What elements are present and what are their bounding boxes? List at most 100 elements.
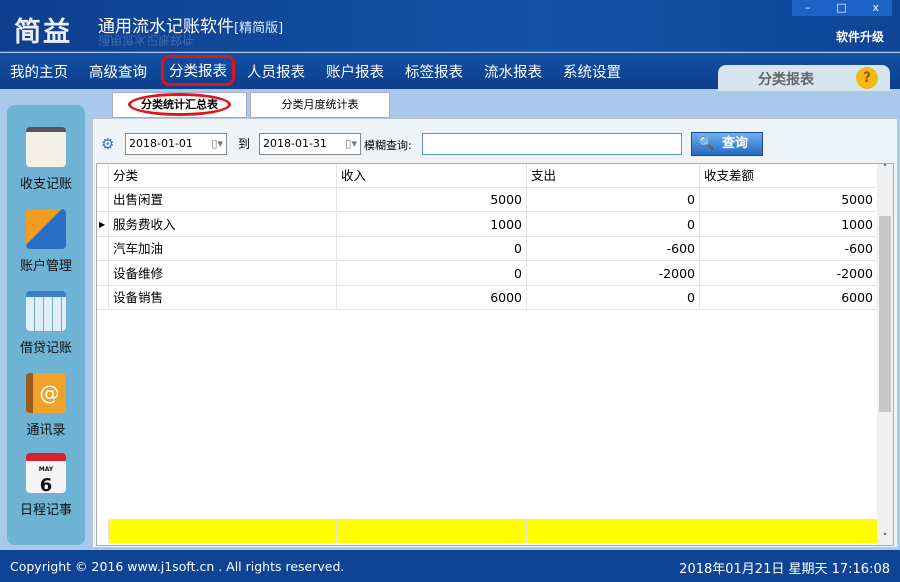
sidebar-item-bookkeeping[interactable]: 收支记账 — [7, 127, 85, 192]
cell — [337, 519, 527, 543]
calendar-dropdown-icon[interactable]: ▯▾ — [345, 134, 357, 154]
table-row[interactable]: 汽车加油 0 -600 -600 — [97, 237, 878, 261]
tab-category-monthly[interactable]: 分类月度统计表 — [250, 92, 390, 118]
datetime: 2018年01月21日 星期天 17:16:08 — [679, 562, 890, 577]
row-indicator — [97, 188, 109, 212]
cell[interactable]: 0 — [337, 261, 527, 286]
title-bar: 简益 通用流水记账软件[精简版] 通用流水记账软件 – □ x 软件升级 — [0, 0, 900, 52]
cell[interactable]: -600 — [527, 237, 700, 261]
nav-advanced-query[interactable]: 高级查询 — [89, 61, 147, 82]
spreadsheet-coins-icon — [26, 291, 66, 331]
nav-settings[interactable]: 系统设置 — [563, 61, 621, 82]
total-row — [97, 519, 878, 543]
scrollbar-thumb[interactable] — [879, 216, 891, 412]
app-logo: 简益 — [14, 17, 72, 48]
close-button[interactable]: x — [873, 0, 880, 16]
row-indicator — [97, 237, 109, 261]
copyright: Copyright © 2016 www.j1soft.cn . All rig… — [10, 559, 345, 574]
nav-account-report[interactable]: 账户报表 — [326, 61, 384, 82]
sidebar-item-contacts[interactable]: @ 通讯录 — [7, 373, 85, 438]
data-grid: 分类 收入 支出 收支差额 出售闲置 5000 0 5000 ▶ 服务费收入 1000 0 10… — [96, 163, 894, 546]
vertical-scrollbar[interactable]: ˄ ˅ — [877, 164, 893, 545]
cell[interactable]: -600 — [700, 237, 878, 261]
report-panel: ⚙ 2018-01-01 ▯▾ 到 2018-01-31 ▯▾ 模糊查询: 🔍 查询 … — [92, 118, 898, 548]
cell[interactable]: 服务费收入 — [109, 212, 337, 237]
row-indicator: ▶ — [97, 212, 109, 237]
sidebar-item-accounts[interactable]: 账户管理 — [7, 209, 85, 274]
cell[interactable]: 1000 — [700, 212, 878, 237]
column-header-category[interactable]: 分类 — [109, 164, 337, 188]
minimize-button[interactable]: – — [805, 0, 811, 16]
start-date-value: 2018-01-01 — [129, 137, 193, 150]
tab-label: 分类月度统计表 — [281, 98, 359, 111]
notepad-pencil-icon — [26, 127, 66, 167]
cell[interactable]: -2000 — [527, 261, 700, 286]
table-header: 分类 收入 支出 收支差额 — [97, 164, 878, 188]
table-row[interactable]: 设备维修 0 -2000 -2000 — [97, 261, 878, 286]
page-tab: 分类报表 ? — [718, 65, 890, 91]
cell[interactable]: 设备销售 — [109, 286, 337, 310]
table-row[interactable]: 出售闲置 5000 0 5000 — [97, 188, 878, 212]
nav-flow-report[interactable]: 流水报表 — [484, 61, 542, 82]
nav-category-report[interactable]: 分类报表 — [161, 55, 235, 86]
sidebar-item-label: 账户管理 — [19, 259, 72, 274]
scroll-down-icon[interactable]: ˅ — [877, 533, 893, 543]
cell — [97, 519, 109, 543]
sidebar: 收支记账 账户管理 借贷记账 @ 通讯录 MAY 6 日程记事 — [7, 105, 85, 545]
cell — [109, 519, 337, 543]
tab-label: 分类统计汇总表 — [128, 93, 231, 116]
page-tab-label: 分类报表 — [758, 72, 814, 88]
search-icon: 🔍 — [698, 136, 715, 151]
row-indicator — [97, 286, 109, 310]
end-date-picker[interactable]: 2018-01-31 ▯▾ — [259, 133, 361, 155]
start-date-picker[interactable]: 2018-01-01 ▯▾ — [125, 133, 227, 155]
cell[interactable]: 6000 — [337, 286, 527, 310]
column-header-expense[interactable]: 支出 — [527, 164, 700, 188]
sidebar-item-label: 通讯录 — [26, 423, 66, 438]
row-indicator — [97, 261, 109, 286]
cell[interactable]: 汽车加油 — [109, 237, 337, 261]
window-controls: – □ x — [792, 0, 892, 16]
cell[interactable]: 5000 — [700, 188, 878, 212]
cell[interactable]: 0 — [527, 286, 700, 310]
upgrade-link[interactable]: 软件升级 — [836, 28, 884, 45]
cell[interactable]: 5000 — [337, 188, 527, 212]
cell[interactable]: 6000 — [700, 286, 878, 310]
cell[interactable]: 出售闲置 — [109, 188, 337, 212]
table-row[interactable]: ▶ 服务费收入 1000 0 1000 — [97, 212, 878, 237]
cell[interactable]: 0 — [527, 188, 700, 212]
to-label: 到 — [238, 137, 251, 151]
nav-person-report[interactable]: 人员报表 — [247, 61, 305, 82]
sidebar-item-label: 借贷记账 — [19, 341, 72, 356]
column-header-balance[interactable]: 收支差额 — [700, 164, 878, 188]
nav-home[interactable]: 我的主页 — [10, 61, 68, 82]
maximize-button[interactable]: □ — [836, 0, 846, 16]
cell — [700, 519, 878, 543]
sidebar-item-label: 日程记事 — [19, 503, 72, 518]
tab-category-summary[interactable]: 分类统计汇总表 — [112, 92, 247, 118]
gear-icon[interactable]: ⚙ — [101, 135, 114, 153]
query-button[interactable]: 🔍 查询 — [691, 132, 763, 156]
cell[interactable]: -2000 — [700, 261, 878, 286]
credit-card-icon — [26, 209, 66, 249]
nav-tag-report[interactable]: 标签报表 — [405, 61, 463, 82]
sidebar-item-schedule[interactable]: MAY 6 日程记事 — [7, 453, 85, 518]
search-label: 模糊查询: — [364, 139, 412, 152]
table-row[interactable]: 设备销售 6000 0 6000 — [97, 286, 878, 310]
cell[interactable]: 0 — [527, 212, 700, 237]
column-header-income[interactable]: 收入 — [337, 164, 527, 188]
cell[interactable]: 0 — [337, 237, 527, 261]
query-button-label: 查询 — [722, 136, 749, 151]
search-input[interactable] — [422, 133, 682, 155]
sidebar-item-loans[interactable]: 借贷记账 — [7, 291, 85, 356]
calendar-dropdown-icon[interactable]: ▯▾ — [211, 134, 223, 154]
end-date-value: 2018-01-31 — [263, 137, 327, 150]
calendar-day: 6 — [39, 475, 53, 496]
scroll-up-icon[interactable]: ˄ — [877, 164, 893, 174]
row-header-cell — [97, 164, 109, 188]
help-icon[interactable]: ? — [856, 67, 878, 89]
cell[interactable]: 1000 — [337, 212, 527, 237]
address-book-icon: @ — [26, 373, 66, 413]
calendar-icon: MAY 6 — [26, 453, 66, 496]
cell[interactable]: 设备维修 — [109, 261, 337, 286]
